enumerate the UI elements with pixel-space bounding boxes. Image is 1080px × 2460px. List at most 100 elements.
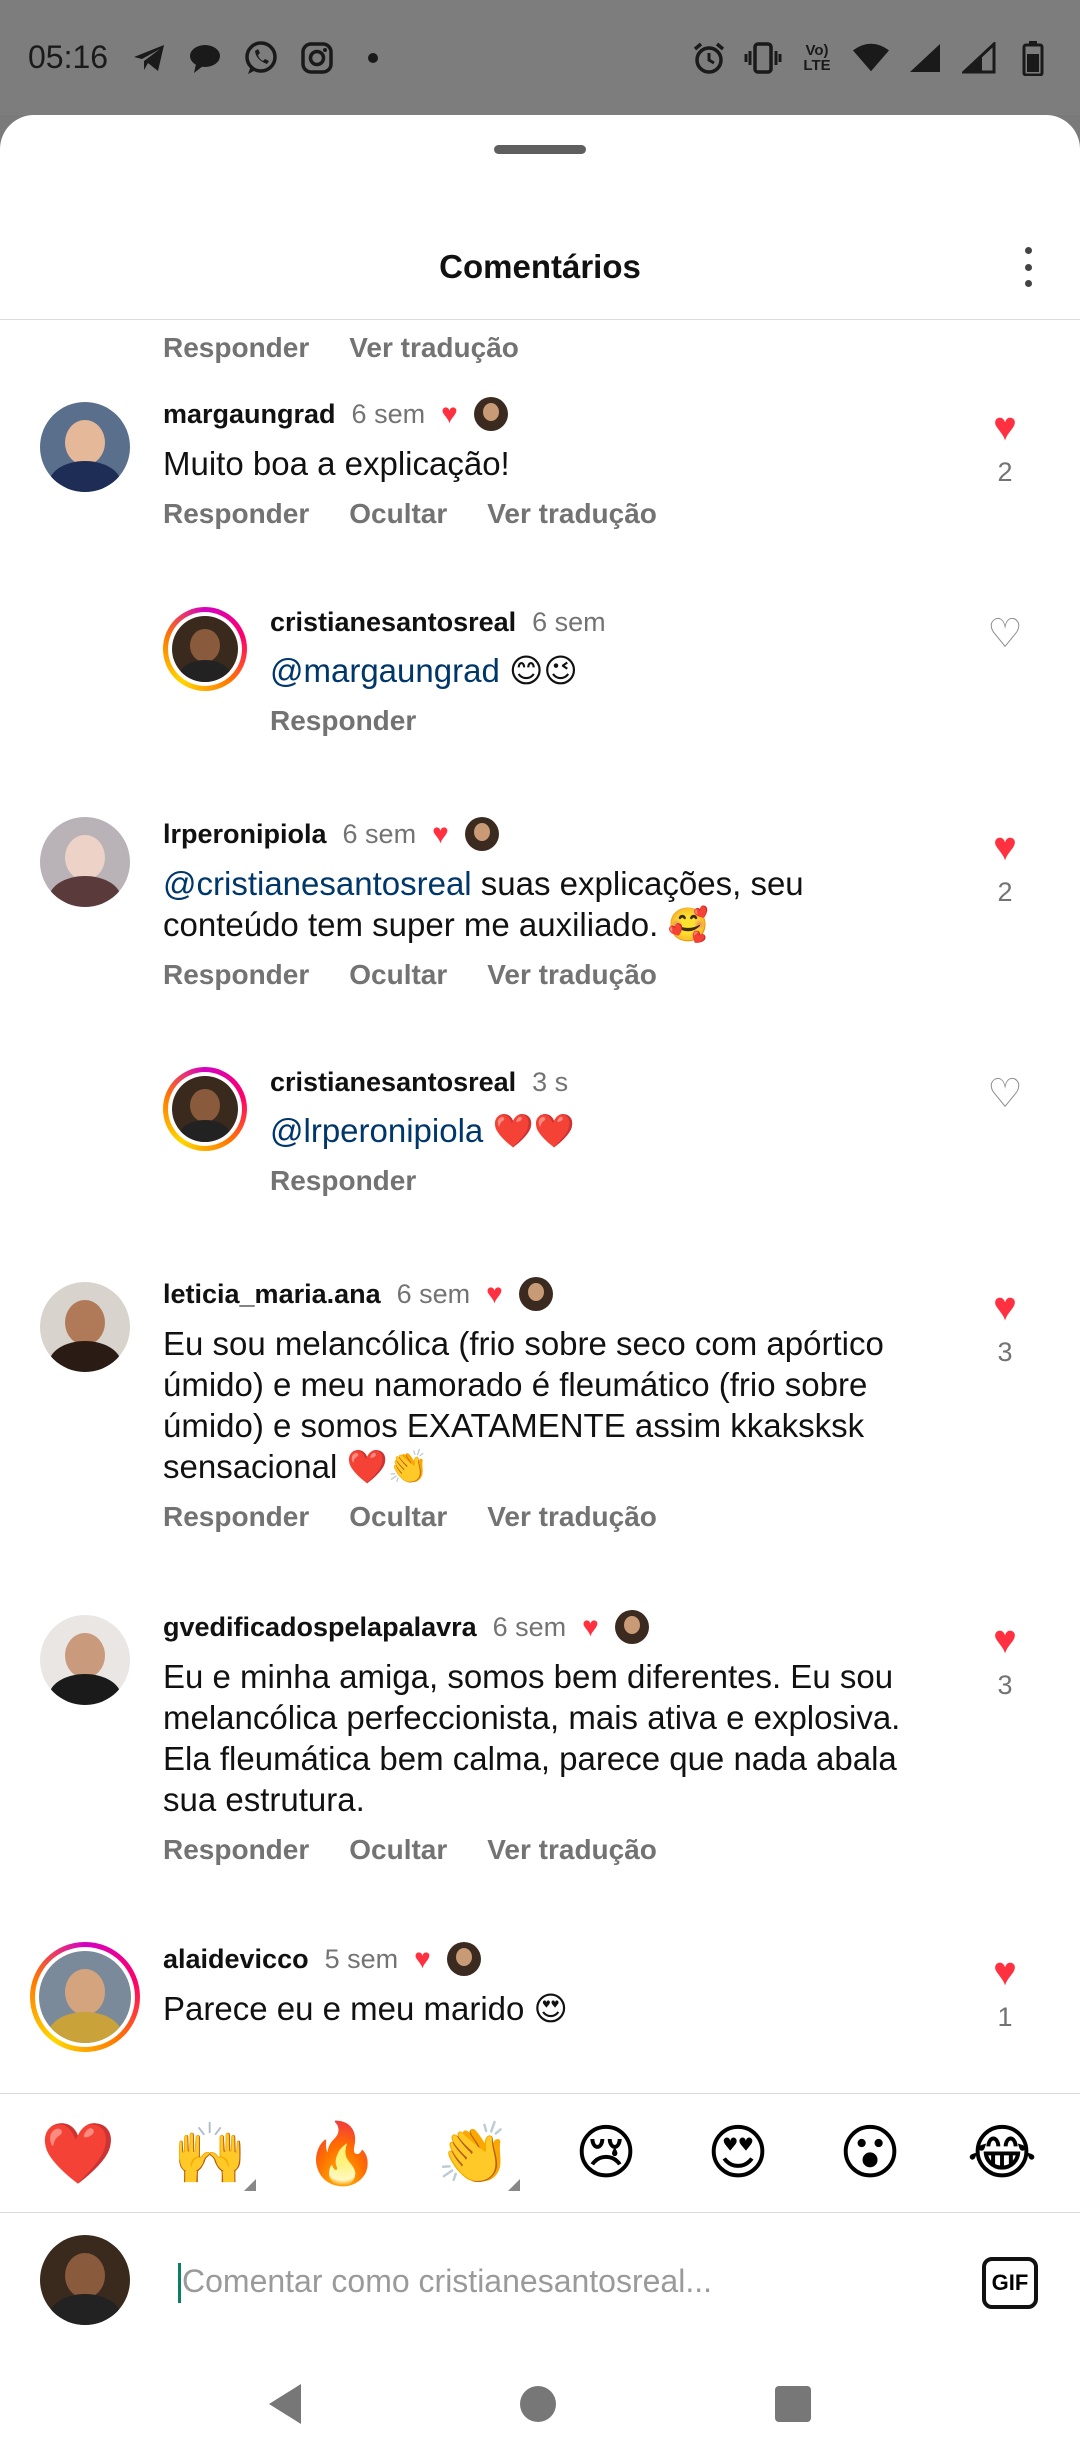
translate-button[interactable]: Ver tradução	[349, 332, 519, 364]
my-avatar	[40, 2235, 130, 2325]
instagram-icon	[298, 39, 336, 77]
comment-time: 6 sem	[532, 607, 606, 637]
volte-icon: Vo) LTE	[798, 39, 836, 77]
comment-username[interactable]: cristianesantosreal	[270, 1067, 516, 1098]
comment-text: ❤️❤️	[483, 1112, 575, 1149]
story-ring-avatar[interactable]	[163, 607, 247, 691]
author-mini-avatar	[464, 817, 499, 851]
translate-button[interactable]: Ver tradução	[487, 498, 657, 530]
emoji-clap-glyph: 👏	[436, 2118, 512, 2189]
like-column: ♡	[980, 612, 1030, 656]
mention-link[interactable]: @margaungrad	[270, 652, 500, 689]
comment-text: Eu sou melancólica (frio sobre seco com …	[163, 1325, 884, 1485]
avatar[interactable]	[40, 817, 130, 907]
comments-list[interactable]: Responder Ver tradução margaungrad 6 sem…	[0, 322, 1080, 2208]
more-options-icon[interactable]	[1006, 243, 1050, 291]
author-liked-heart-icon: ♥	[414, 1943, 431, 1974]
comment-time: 3 s	[532, 1067, 569, 1097]
avatar[interactable]	[40, 1615, 130, 1705]
chat-bubble-icon	[186, 39, 224, 77]
like-count: 3	[997, 1670, 1013, 1700]
hide-button[interactable]: Ocultar	[349, 1834, 447, 1866]
hide-button[interactable]: Ocultar	[349, 959, 447, 991]
vibrate-icon	[744, 39, 782, 77]
emoji-heart-button[interactable]: ❤️	[38, 2118, 118, 2189]
comment-username[interactable]: alaidevicco	[163, 1944, 309, 1975]
wifi-icon	[852, 39, 890, 77]
comment-username[interactable]: cristianesantosreal	[270, 607, 516, 638]
emoji-fire-button[interactable]: 🔥	[302, 2118, 382, 2189]
like-heart-icon[interactable]: ♥	[980, 1618, 1030, 1662]
volte-label: Vo) LTE	[803, 41, 831, 74]
translate-button[interactable]: Ver tradução	[487, 1834, 657, 1866]
emoji-surprised-button[interactable]: 😮	[830, 2118, 910, 2188]
story-ring-avatar[interactable]	[30, 1942, 140, 2052]
emoji-clap-button[interactable]: 👏	[434, 2118, 520, 2191]
comment-username[interactable]: lrperonipiola	[163, 819, 327, 850]
author-liked-heart-icon: ♥	[582, 1611, 599, 1642]
story-ring-avatar[interactable]	[163, 1067, 247, 1151]
author-mini-avatar	[446, 1942, 481, 1976]
reply-button[interactable]: Responder	[163, 1834, 309, 1866]
back-icon[interactable]	[269, 2384, 302, 2424]
comment-input[interactable]	[182, 2251, 902, 2311]
whatsapp-icon	[242, 39, 280, 77]
emoji-heart-eyes-button[interactable]: 😍	[698, 2118, 778, 2188]
comment-text: Eu e minha amiga, somos bem diferentes. …	[163, 1658, 901, 1818]
like-heart-icon[interactable]: ♥	[980, 1950, 1030, 1994]
drag-handle[interactable]	[494, 145, 586, 154]
reply-button[interactable]: Responder	[270, 705, 416, 737]
avatar[interactable]	[40, 1282, 130, 1372]
like-heart-outline-icon[interactable]: ♡	[980, 1072, 1030, 1116]
dot-icon	[354, 39, 392, 77]
reply-button[interactable]: Responder	[270, 1165, 416, 1197]
emoji-crying-button[interactable]: 😢	[566, 2118, 646, 2188]
like-heart-icon[interactable]: ♥	[980, 1285, 1030, 1329]
author-mini-avatar	[473, 397, 508, 431]
home-icon[interactable]	[519, 2386, 556, 2422]
emoji-raising-hands-glyph: 🙌	[172, 2118, 248, 2189]
avatar[interactable]	[40, 402, 130, 492]
like-column: ♥ 3	[980, 1618, 1030, 1701]
reply-button[interactable]: Responder	[163, 959, 309, 991]
like-heart-icon[interactable]: ♥	[980, 405, 1030, 449]
comment-time: 6 sem	[396, 1278, 471, 1309]
signal-icon-2	[960, 39, 998, 77]
battery-icon	[1014, 39, 1052, 77]
like-count: 2	[997, 457, 1013, 487]
comment-composer: GIF	[0, 2213, 1080, 2348]
like-count: 2	[997, 877, 1013, 907]
reply-button[interactable]: Responder	[163, 1501, 309, 1533]
author-liked-heart-icon: ♥	[486, 1278, 503, 1309]
page-title: Comentários	[439, 248, 641, 285]
translate-button[interactable]: Ver tradução	[487, 1501, 657, 1533]
comment-time: 5 sem	[324, 1943, 399, 1974]
author-mini-avatar	[614, 1610, 649, 1644]
gif-button[interactable]: GIF	[982, 2257, 1038, 2309]
comment-time: 6 sem	[492, 1611, 567, 1642]
author-mini-avatar	[518, 1277, 553, 1311]
emoji-raising-hands-button[interactable]: 🙌	[170, 2118, 256, 2191]
like-column: ♥ 1	[980, 1950, 1030, 2033]
translate-button[interactable]: Ver tradução	[487, 959, 657, 991]
mention-link[interactable]: @cristianesantosreal	[163, 865, 472, 902]
like-count: 1	[997, 2002, 1013, 2032]
comment-username[interactable]: gvedificadospelapalavra	[163, 1612, 477, 1643]
hide-button[interactable]: Ocultar	[349, 498, 447, 530]
like-heart-icon[interactable]: ♥	[980, 825, 1030, 869]
like-column: ♥ 2	[980, 405, 1030, 488]
comments-sheet: Comentários Responder Ver tradução marga…	[0, 115, 1080, 2460]
comment-username[interactable]: leticia_maria.ana	[163, 1279, 381, 1310]
telegram-icon	[130, 39, 168, 77]
comment-username[interactable]: margaungrad	[163, 399, 336, 430]
author-liked-heart-icon: ♥	[432, 818, 449, 849]
hide-button[interactable]: Ocultar	[349, 1501, 447, 1533]
reply-button[interactable]: Responder	[163, 498, 309, 530]
comment-text: Muito boa a explicação!	[163, 445, 510, 482]
mention-link[interactable]: @lrperonipiola	[270, 1112, 483, 1149]
emoji-laughing-button[interactable]: 😂	[962, 2118, 1042, 2188]
recents-icon[interactable]	[774, 2386, 811, 2422]
system-nav-bar	[0, 2348, 1080, 2460]
reply-button[interactable]: Responder	[163, 332, 309, 364]
like-heart-outline-icon[interactable]: ♡	[980, 612, 1030, 656]
